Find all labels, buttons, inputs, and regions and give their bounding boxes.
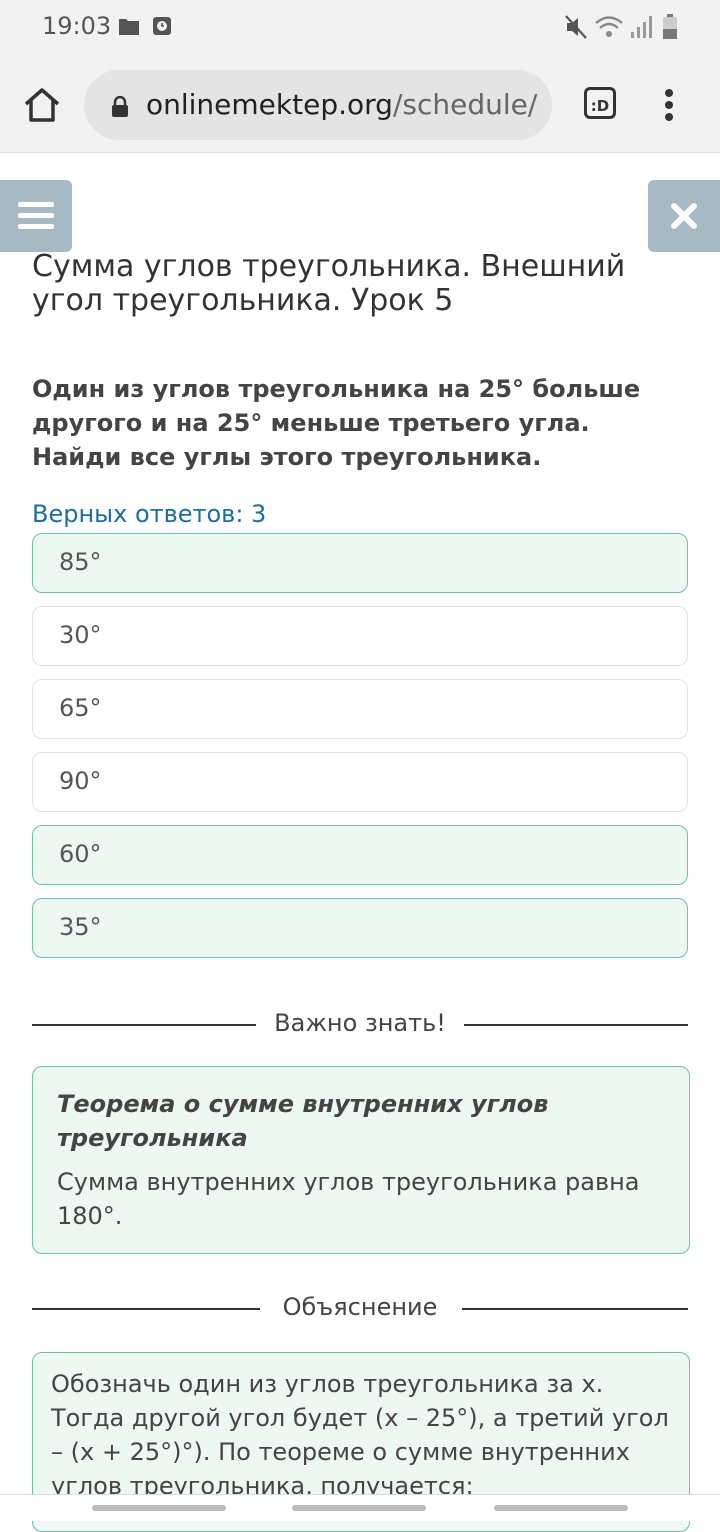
correct-answers-count: Верных ответов: 3 [32, 500, 267, 528]
more-menu-icon[interactable] [662, 86, 676, 126]
answer-option[interactable]: 35° [32, 898, 688, 958]
browser-toolbar: onlinemektep.org/schedule/ :D [0, 56, 720, 153]
answer-option-label: 65° [59, 694, 102, 722]
answer-option-label: 30° [59, 621, 102, 649]
battery-icon [662, 14, 678, 44]
menu-toggle-button[interactable] [0, 180, 72, 252]
mute-icon [564, 14, 588, 44]
answer-option[interactable]: 90° [32, 752, 688, 812]
back-nav-button[interactable] [494, 1505, 628, 1511]
url-domain: onlinemektep.org [146, 88, 393, 121]
status-bar: 19:03 [0, 0, 720, 56]
answer-option[interactable]: 65° [32, 679, 688, 739]
theorem-title: Теорема о сумме внутренних углов треугол… [57, 1090, 549, 1152]
answer-option-label: 85° [59, 548, 102, 576]
answer-option[interactable]: 30° [32, 606, 688, 666]
status-time: 19:03 [42, 12, 112, 40]
question-text: Один из углов треугольника на 25° больше… [32, 375, 641, 471]
recent-apps-button[interactable] [92, 1505, 226, 1511]
theorem-box: Теорема о сумме внутренних углов треугол… [32, 1066, 690, 1254]
url-path: /schedule/ [392, 88, 538, 121]
url-text: onlinemektep.org/schedule/ [146, 88, 537, 121]
wifi-icon [594, 14, 624, 44]
folder-icon [118, 16, 140, 40]
explanation-heading: Объяснение [264, 1293, 456, 1321]
page-title: Сумма углов треугольника. Внешний угол т… [32, 249, 626, 318]
system-nav-bar [0, 1494, 720, 1521]
signal-icon [630, 14, 652, 44]
home-nav-button[interactable] [292, 1505, 426, 1511]
explanation-divider: Объяснение [32, 1293, 688, 1323]
answer-option-label: 60° [59, 840, 102, 868]
address-bar[interactable]: onlinemektep.org/schedule/ [84, 70, 552, 140]
lock-icon [110, 95, 130, 122]
close-icon [671, 203, 697, 229]
answer-option-label: 35° [59, 913, 102, 941]
important-divider: Важно знать! [32, 1009, 688, 1039]
tab-switcher-button[interactable]: :D [584, 87, 616, 119]
home-icon[interactable] [22, 86, 62, 126]
answer-option-label: 90° [59, 767, 102, 795]
important-heading: Важно знать! [256, 1009, 464, 1037]
clock-icon [152, 16, 172, 40]
answer-option[interactable]: 60° [32, 825, 688, 885]
explanation-text: Обозначь один из углов треугольника за x… [51, 1370, 669, 1500]
theorem-text: Сумма внутренних углов треугольника равн… [57, 1168, 640, 1230]
answer-option[interactable]: 85° [32, 533, 688, 593]
close-button[interactable] [648, 180, 720, 252]
